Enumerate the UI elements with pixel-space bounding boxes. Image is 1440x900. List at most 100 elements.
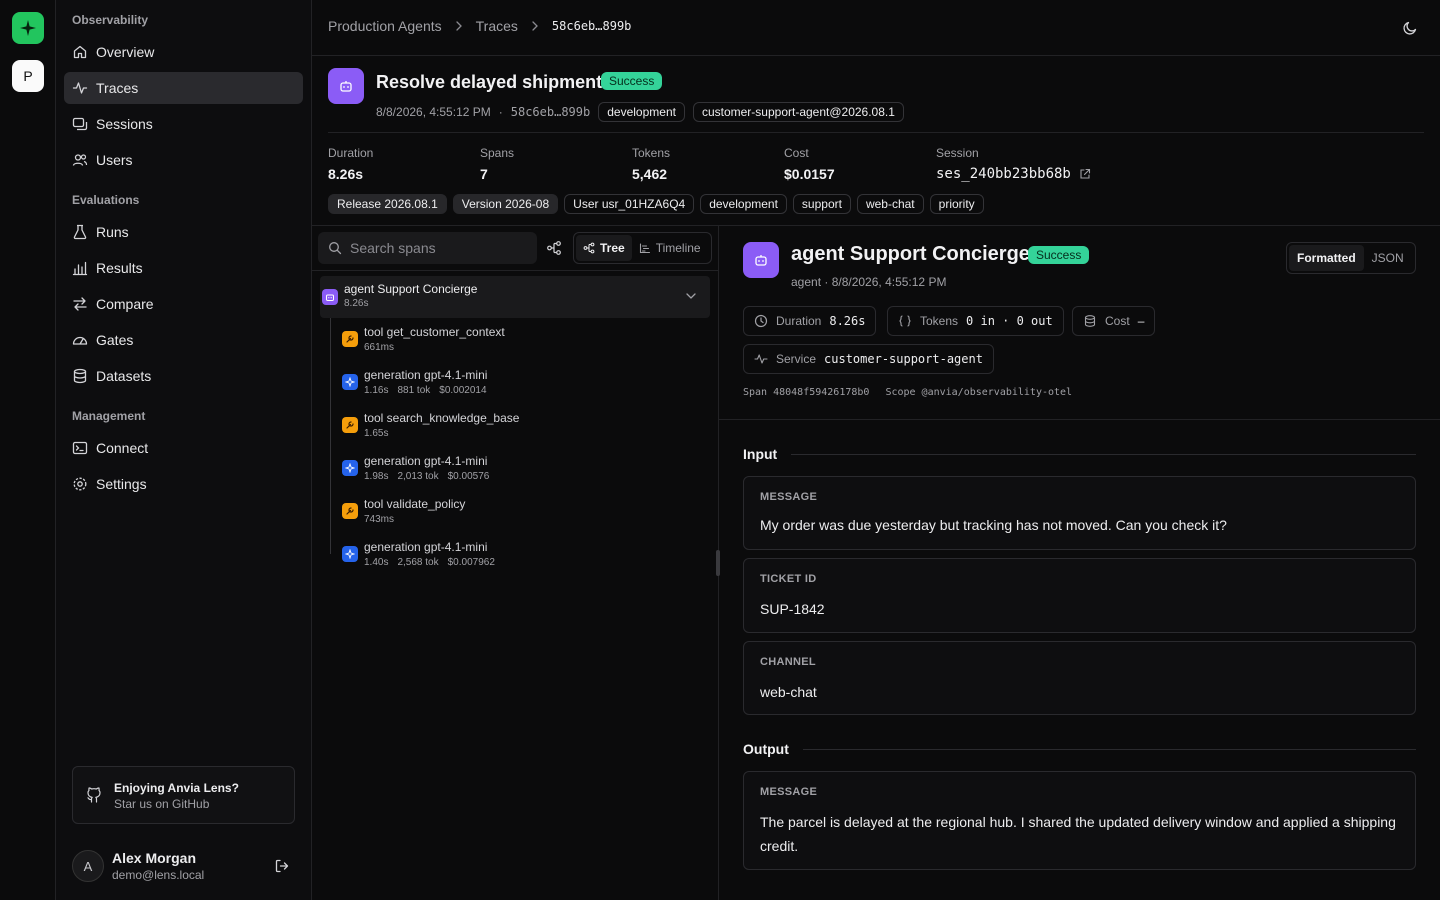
chip-label: Tokens — [920, 314, 959, 328]
span-name: generation gpt-4.1-mini — [364, 368, 488, 382]
stat-label: Duration — [328, 146, 374, 160]
span-duration: 8.26s — [344, 298, 369, 309]
coins-icon — [1084, 315, 1096, 327]
avatar[interactable]: A — [72, 850, 104, 882]
output-field-message: MESSAGE The parcel is delayed at the reg… — [743, 771, 1416, 870]
sidebar-item-label: Traces — [96, 80, 139, 96]
span-meta: 661ms — [364, 342, 394, 353]
bot-icon — [743, 242, 779, 278]
nav-section-management: Management — [72, 409, 146, 423]
stat-value: 8.26s — [328, 166, 364, 182]
span-detail-panel: agent Support Concierge Success agent · … — [719, 226, 1440, 900]
trace-timestamp: 8/8/2026, 4:55:12 PM — [376, 105, 491, 119]
chevron-right-icon — [455, 21, 462, 31]
nav-section-observability: Observability — [72, 13, 149, 27]
span-row[interactable]: tool get_customer_context 661ms — [342, 325, 702, 365]
braces-icon — [899, 315, 911, 327]
chevron-down-icon[interactable] — [684, 289, 698, 303]
session-link[interactable]: ses_240bb23bb68b — [936, 166, 1091, 182]
tab-formatted[interactable]: Formatted — [1289, 245, 1364, 271]
sidebar-item-users[interactable]: Users — [64, 144, 303, 176]
logout-icon[interactable] — [274, 858, 290, 874]
span-name: tool validate_policy — [364, 497, 466, 511]
sidebar-item-connect[interactable]: Connect — [64, 432, 303, 464]
github-star-card[interactable]: Enjoying Anvia Lens? Star us on GitHub — [72, 766, 295, 824]
breadcrumb-production-agents[interactable]: Production Agents — [328, 18, 442, 34]
divider — [312, 270, 718, 271]
span-search[interactable] — [318, 232, 537, 264]
flask-icon — [73, 224, 87, 240]
divider — [791, 454, 1416, 455]
nav-section-evaluations: Evaluations — [72, 193, 140, 207]
span-row[interactable]: tool search_knowledge_base 1.65s — [342, 411, 702, 451]
hierarchy-icon[interactable] — [546, 240, 562, 256]
sidebar-item-gates[interactable]: Gates — [64, 324, 303, 356]
breadcrumb-traces[interactable]: Traces — [476, 18, 518, 34]
sidebar-item-datasets[interactable]: Datasets — [64, 360, 303, 392]
span-tokens: 2,568 tok — [397, 557, 439, 568]
format-toggle: Formatted JSON — [1286, 242, 1416, 274]
sidebar-item-label: Settings — [96, 476, 147, 492]
tab-timeline-label: Timeline — [655, 241, 701, 255]
search-input[interactable] — [350, 240, 520, 256]
span-meta: 1.40s 2,568 tok $0.007962 — [364, 557, 495, 568]
span-name: tool search_knowledge_base — [364, 411, 520, 425]
field-value: The parcel is delayed at the regional hu… — [760, 814, 1396, 854]
status-badge: Success — [1028, 246, 1090, 264]
stat-label: Session — [936, 146, 979, 160]
sidebar: Observability Overview Traces Sessions U… — [56, 0, 312, 900]
sidebar-item-settings[interactable]: Settings — [64, 468, 303, 500]
sidebar-item-sessions[interactable]: Sessions — [64, 108, 303, 140]
project-switcher[interactable]: P — [12, 60, 44, 92]
search-icon — [329, 242, 342, 255]
user-email: demo@lens.local — [112, 868, 205, 882]
chevron-right-icon — [532, 21, 538, 31]
meta-separator: · — [498, 105, 503, 119]
clock-icon — [754, 314, 768, 328]
session-id[interactable]: ses_240bb23bb68b — [936, 166, 1071, 182]
sidebar-item-compare[interactable]: Compare — [64, 288, 303, 320]
span-row[interactable]: tool validate_policy 743ms — [342, 497, 702, 537]
span-row[interactable]: generation gpt-4.1-mini 1.16s 881 tok $0.0… — [342, 368, 702, 408]
page-title: Resolve delayed shipment — [376, 72, 603, 92]
tag-web-chat: web-chat — [856, 194, 924, 214]
tab-tree[interactable]: Tree — [576, 235, 632, 261]
span-tokens: 2,013 tok — [397, 471, 439, 482]
external-link-icon[interactable] — [1079, 168, 1091, 180]
span-row[interactable]: generation gpt-4.1-mini 1.98s 2,013 tok $0… — [342, 454, 702, 494]
app-logo[interactable] — [12, 12, 44, 44]
tree-connector — [330, 318, 331, 554]
sidebar-item-label: Users — [96, 152, 133, 168]
sidebar-item-runs[interactable]: Runs — [64, 216, 303, 248]
span-name: generation gpt-4.1-mini — [364, 540, 488, 554]
sidebar-item-label: Connect — [96, 440, 149, 456]
span-cost: $0.007962 — [447, 557, 495, 568]
trace-meta: 8/8/2026, 4:55:12 PM · 58c6eb…899b devel… — [376, 102, 904, 122]
span-row[interactable]: generation gpt-4.1-mini 1.40s 2,568 tok $0… — [342, 540, 702, 580]
chip-value: 0 in · 0 out — [966, 314, 1053, 328]
chip-value: 8.26s — [829, 314, 866, 328]
span-row-root[interactable]: agent Support Concierge 8.26s — [320, 276, 710, 318]
moon-icon[interactable] — [1402, 20, 1418, 36]
tab-timeline[interactable]: Timeline — [632, 235, 708, 261]
span-id: Span 48048f59426178b0 — [743, 387, 870, 398]
tab-json[interactable]: JSON — [1364, 245, 1412, 271]
span-subtitle: agent · 8/8/2026, 4:55:12 PM — [791, 275, 947, 289]
sidebar-item-traces[interactable]: Traces — [64, 72, 303, 104]
gauge-icon — [72, 336, 88, 345]
stat-session: Session ses_240bb23bb68b — [936, 146, 1091, 182]
input-field-channel: CHANNEL web-chat — [743, 641, 1416, 715]
sidebar-item-overview[interactable]: Overview — [64, 36, 303, 68]
span-cost: $0.00576 — [447, 471, 490, 482]
github-icon — [87, 787, 101, 803]
sidebar-item-results[interactable]: Results — [64, 252, 303, 284]
top-bar: Production Agents Traces 58c6eb…899b — [312, 0, 1440, 56]
divider — [803, 749, 1416, 750]
span-scope: Scope @anvia/observability-otel — [885, 387, 1073, 398]
sidebar-item-label: Datasets — [96, 368, 152, 384]
span-duration: 743ms — [364, 514, 395, 525]
span-meta: 1.16s 881 tok $0.002014 — [364, 385, 487, 396]
span-name: tool get_customer_context — [364, 325, 505, 339]
stat-spans: Spans 7 — [480, 146, 514, 182]
trace-id: 58c6eb…899b — [510, 105, 591, 119]
